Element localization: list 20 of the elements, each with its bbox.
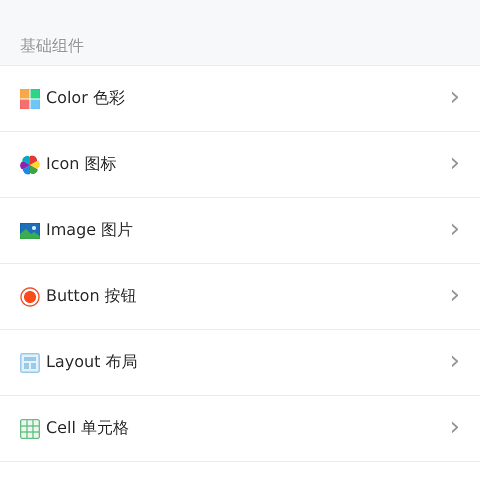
grid-icon: [20, 418, 40, 438]
section-title: 基础组件: [0, 0, 480, 65]
item-label: Layout 布局: [46, 352, 138, 373]
radio-icon: [20, 286, 40, 306]
list-item[interactable]: Cell 单元格 ›: [0, 395, 480, 462]
chevron-icon: ›: [450, 150, 460, 180]
chevron-icon: ›: [450, 84, 460, 114]
item-label: Button 按钮: [46, 286, 138, 307]
layout-icon: [20, 352, 40, 372]
pinwheel-icon: [20, 154, 40, 174]
item-label: Color 色彩: [46, 88, 126, 109]
color-grid-icon: [20, 88, 40, 108]
chevron-icon: ›: [450, 216, 460, 246]
chevron-icon: ›: [450, 282, 460, 312]
chevron-icon: ›: [450, 348, 460, 378]
chevron-icon: ›: [450, 414, 460, 444]
item-label: Cell 单元格: [46, 418, 130, 439]
item-label: Image 图片: [46, 220, 134, 241]
landscape-icon: [20, 220, 40, 240]
item-label: Icon 图标: [46, 154, 118, 175]
